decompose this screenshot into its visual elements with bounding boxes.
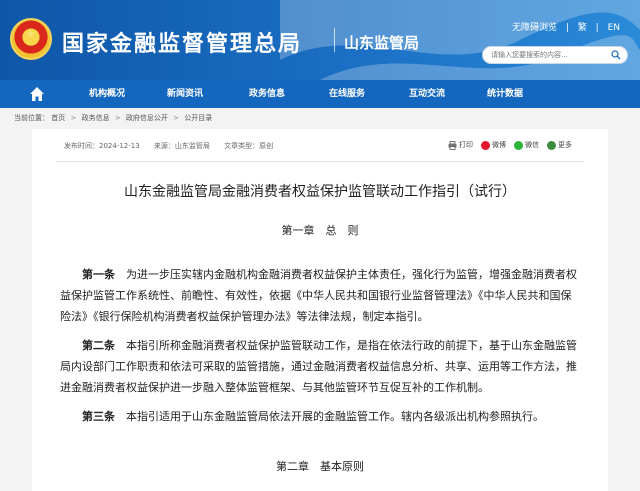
breadcrumb-catalog[interactable]: 公开目录 (184, 114, 212, 122)
nav-item-interaction[interactable]: 互动交流 (404, 80, 450, 108)
weibo-share-button[interactable]: 微博 (481, 140, 506, 150)
nav-item-statistics[interactable]: 统计数据 (482, 80, 528, 108)
article-type: 文章类型：原创 (224, 142, 274, 150)
chapter-heading: 第二章 基本原则 (276, 460, 364, 473)
article-panel: 发布时间：2024-12-13 来源：山东监管局 文章类型：原创 打印 微博 微… (32, 129, 608, 491)
title-separator (334, 28, 335, 52)
share-bar: 打印 微博 微信 更多 (448, 140, 572, 150)
weibo-icon (481, 140, 490, 150)
breadcrumb-info-disclosure[interactable]: 政府信息公开 (126, 114, 168, 122)
nav-item-about[interactable]: 机构概况 (84, 80, 130, 108)
nav-item-news[interactable]: 新闻资讯 (162, 80, 208, 108)
search-box (482, 46, 628, 64)
article-source: 来源：山东监管局 (153, 142, 210, 150)
printer-icon (448, 140, 457, 150)
wechat-icon (514, 140, 523, 150)
nav-item-online-service[interactable]: 在线服务 (324, 80, 370, 108)
article-text: 为进一步压实辖内金融机构金融消费者权益保护主体责任，强化行为监管，增强金融消费者… (60, 268, 577, 323)
main-nav: 机构概况 新闻资讯 政务信息 在线服务 互动交流 统计数据 (0, 80, 640, 108)
top-links: 无障碍浏览 | 繁 | EN (506, 20, 620, 33)
breadcrumb-separator: > (173, 114, 180, 122)
breadcrumb: 当前位置： 首页 > 政务信息 > 政府信息公开 > 公开目录 (14, 111, 212, 125)
print-button[interactable]: 打印 (448, 140, 473, 150)
site-title[interactable]: 国家金融监督管理总局 (62, 26, 302, 58)
link-separator: | (595, 23, 599, 33)
chapter-heading: 第一章 总 则 (281, 224, 359, 237)
wechat-share-button[interactable]: 微信 (514, 140, 539, 150)
link-separator: | (565, 23, 569, 33)
accessibility-link[interactable]: 无障碍浏览 (512, 23, 557, 33)
search-input[interactable] (491, 49, 607, 61)
wechat-label: 微信 (525, 141, 539, 149)
breadcrumb-government-info[interactable]: 政务信息 (82, 114, 110, 122)
article-number: 第一条 (82, 268, 115, 281)
more-label: 更多 (558, 141, 572, 149)
breadcrumb-separator: > (114, 114, 121, 122)
publish-date: 发布时间：2024-12-13 (64, 142, 140, 150)
bureau-name: 山东监管局 (344, 34, 420, 52)
print-label: 打印 (459, 141, 473, 149)
article-paragraph: 第一条 为进一步压实辖内金融机构金融消费者权益保护主体责任，强化行为监管，增强金… (60, 264, 582, 327)
english-link[interactable]: EN (608, 23, 620, 33)
national-emblem-icon[interactable]: ★ (10, 18, 52, 60)
meta-divider (56, 161, 584, 162)
home-icon[interactable] (28, 85, 46, 103)
article-meta: 发布时间：2024-12-13 来源：山东监管局 文章类型：原创 (64, 141, 285, 151)
breadcrumb-separator: > (70, 114, 77, 122)
breadcrumb-home[interactable]: 首页 (51, 114, 65, 122)
more-share-button[interactable]: 更多 (547, 140, 572, 150)
article-text: 本指引所称金融消费者权益保护监管联动工作，是指在依法行政的前提下，基于山东金融监… (60, 339, 577, 394)
breadcrumb-label: 当前位置： (14, 114, 49, 122)
article-paragraph: 第二条 本指引所称金融消费者权益保护监管联动工作，是指在依法行政的前提下，基于山… (60, 335, 582, 398)
article-paragraph: 第三条 本指引适用于山东金融监管局依法开展的金融监管工作。辖内各级派出机构参照执… (60, 406, 582, 427)
traditional-chinese-link[interactable]: 繁 (578, 23, 587, 33)
article-number: 第二条 (82, 339, 115, 352)
more-icon (547, 140, 556, 150)
article-number: 第三条 (82, 410, 115, 423)
search-icon[interactable] (611, 50, 621, 60)
nav-item-government-info[interactable]: 政务信息 (244, 80, 290, 108)
article-title: 山东金融监管局金融消费者权益保护监管联动工作指引（试行） (124, 184, 516, 200)
article-text: 本指引适用于山东金融监管局依法开展的金融监管工作。辖内各级派出机构参照执行。 (126, 410, 544, 423)
site-header: ★ 国家金融监督管理总局 山东监管局 无障碍浏览 | 繁 | EN (0, 0, 640, 80)
weibo-label: 微博 (492, 141, 506, 149)
